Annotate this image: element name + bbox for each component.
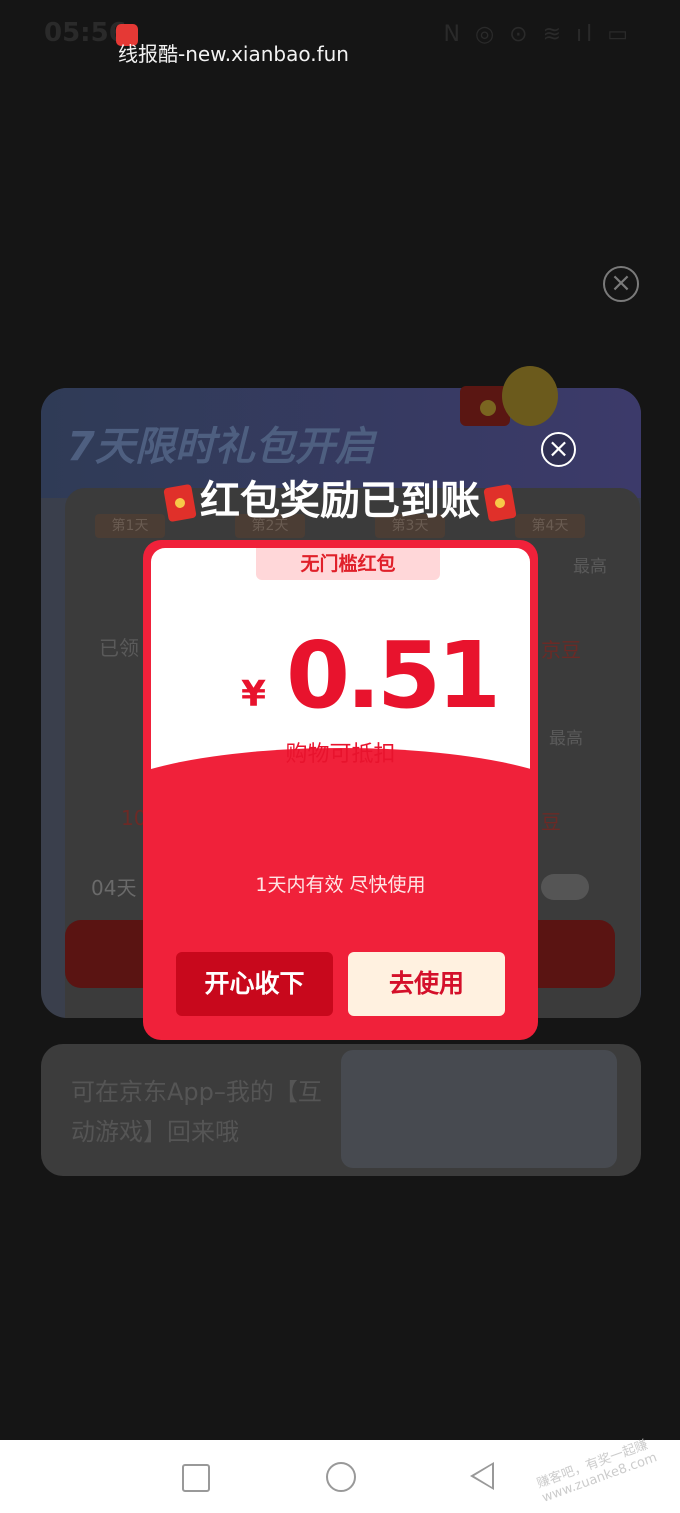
system-status-icons: N ◎ ⊙ ≋ ıl ▭ (443, 22, 632, 47)
deduct-text: 购物可抵扣 (285, 742, 396, 767)
red-packet-modal: 无门槛红包 ¥ 0.51 购物可抵扣 1天内有效 尽快使用 开心收下 去使用 (143, 540, 538, 1040)
use-now-button[interactable]: 去使用 (348, 952, 505, 1016)
game-entry-card: 可在京东App–我的【互动游戏】回来哦 (41, 1044, 641, 1176)
claimed-label: 已领 (99, 636, 139, 660)
validity-text: 1天内有效 尽快使用 (255, 874, 426, 896)
game-entry-text: 可在京东App–我的【互动游戏】回来哦 (71, 1078, 322, 1146)
status-bar: 05:56 线报酷-new.xianbao.fun N ◎ ⊙ ≋ ıl ▭ (0, 0, 680, 70)
status-time: 05:56 (44, 18, 127, 48)
countdown-text: 04天 (91, 876, 137, 900)
recent-apps-icon[interactable] (182, 1464, 210, 1492)
reminder-toggle[interactable] (541, 874, 589, 900)
modal-close-icon[interactable]: × (541, 432, 576, 467)
no-threshold-badge: 无门槛红包 (256, 548, 440, 580)
red-packet-amount: 0.51 (286, 622, 501, 729)
modal-title-text: 红包奖励已到账 (200, 478, 480, 524)
red-envelope-icon (483, 483, 517, 523)
page-close-icon[interactable]: × (603, 266, 639, 302)
home-icon[interactable] (326, 1462, 356, 1492)
max-label-row2: 最高 (549, 729, 583, 749)
red-packet-top: 无门槛红包 ¥ 0.51 购物可抵扣 (151, 548, 530, 784)
gift-package-title: 7天限时礼包开启 (67, 424, 375, 470)
max-label: 最高 (573, 557, 607, 577)
currency-symbol: ¥ (241, 674, 267, 715)
watermark-text: 线报酷-new.xianbao.fun (118, 42, 349, 66)
jd-bean-label: 京豆 (541, 638, 581, 662)
back-icon-inner (474, 1465, 492, 1487)
red-envelope-icon (163, 483, 197, 523)
modal-title: 红包奖励已到账 (140, 468, 540, 526)
game-entry-preview-image (341, 1050, 617, 1168)
row2-suffix: 豆 (541, 810, 561, 834)
accept-button[interactable]: 开心收下 (176, 952, 333, 1016)
